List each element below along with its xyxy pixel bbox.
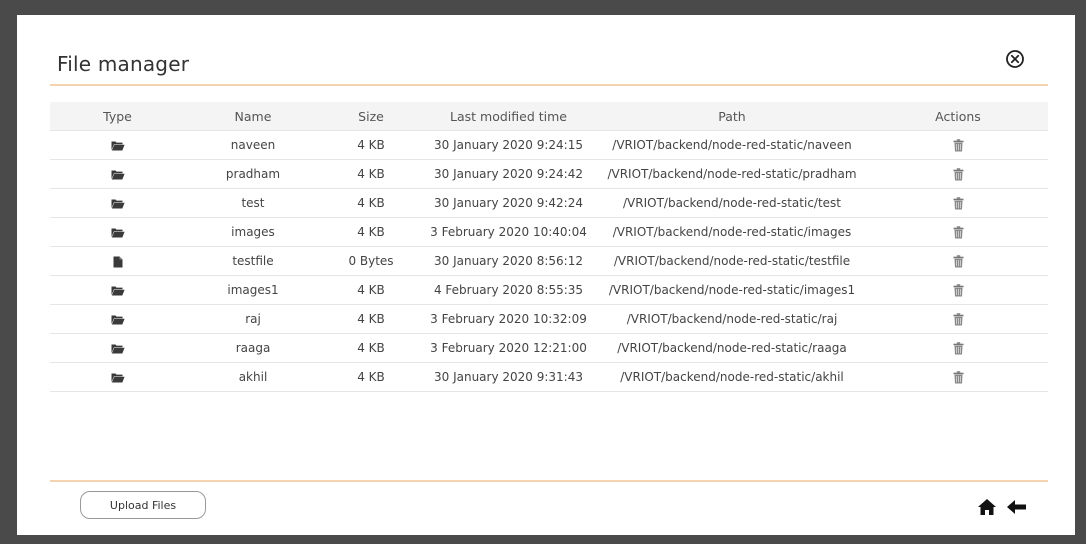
table-row[interactable]: pradham 4 KB 30 January 2020 9:24:42/VRIOT… [50, 159, 1048, 189]
column-header-path[interactable]: Path [596, 102, 868, 131]
cell-modified: 30 January 2020 9:31:43 [421, 362, 596, 392]
column-header-type[interactable]: Type [50, 102, 185, 131]
table-row[interactable]: test 4 KB 30 January 2020 9:42:24/VRIOT/ba… [50, 188, 1048, 218]
delete-button[interactable] [953, 341, 964, 355]
cell-size: 4 KB [321, 304, 421, 334]
cell-size: 4 KB [321, 275, 421, 305]
cell-name[interactable]: images [185, 217, 321, 247]
table-row[interactable]: naveen 4 KB 30 January 2020 9:24:15/VRIOT/… [50, 130, 1048, 160]
table-row[interactable]: raaga 4 KB 3 February 2020 12:21:00/VRIOT/… [50, 333, 1048, 363]
arrow-left-icon [1007, 500, 1026, 514]
cell-path: /VRIOT/backend/node-red-static/raj [596, 304, 868, 334]
cell-path: /VRIOT/backend/node-red-static/naveen [596, 130, 868, 160]
cell-path: /VRIOT/backend/node-red-static/akhil [596, 362, 868, 392]
cell-modified: 3 February 2020 12:21:00 [421, 333, 596, 363]
folder-open-icon [111, 341, 125, 355]
folder-open-icon [111, 283, 125, 297]
cell-size: 4 KB [321, 188, 421, 218]
trash-icon [953, 138, 964, 152]
trash-icon [953, 370, 964, 384]
cell-modified: 30 January 2020 9:24:15 [421, 130, 596, 160]
cell-size: 4 KB [321, 130, 421, 160]
cell-name[interactable]: test [185, 188, 321, 218]
delete-button[interactable] [953, 167, 964, 181]
cell-path: /VRIOT/backend/node-red-static/images [596, 217, 868, 247]
back-button[interactable] [1006, 499, 1027, 515]
folder-open-icon [111, 167, 125, 181]
cell-name[interactable]: naveen [185, 130, 321, 160]
folder-open-icon [111, 370, 125, 384]
cell-modified: 4 February 2020 8:55:35 [421, 275, 596, 305]
cell-size: 4 KB [321, 333, 421, 363]
trash-icon [953, 225, 964, 239]
cell-path: /VRIOT/backend/node-red-static/test [596, 188, 868, 218]
trash-icon [953, 312, 964, 326]
trash-icon [953, 283, 964, 297]
close-button[interactable] [1005, 49, 1025, 69]
delete-button[interactable] [953, 225, 964, 239]
delete-button[interactable] [953, 254, 964, 268]
file-table: Type Name Size Last modified time Path A… [50, 102, 1048, 392]
table-row[interactable]: raj 4 KB 3 February 2020 10:32:09/VRIOT/ba… [50, 304, 1048, 334]
column-header-name[interactable]: Name [185, 102, 321, 131]
cell-name[interactable]: images1 [185, 275, 321, 305]
cell-size: 4 KB [321, 217, 421, 247]
table-row[interactable]: akhil 4 KB 30 January 2020 9:31:43/VRIOT/b… [50, 362, 1048, 392]
table-header-row: Type Name Size Last modified time Path A… [50, 102, 1048, 131]
cell-name[interactable]: akhil [185, 362, 321, 392]
delete-button[interactable] [953, 312, 964, 326]
delete-button[interactable] [953, 283, 964, 297]
delete-button[interactable] [953, 370, 964, 384]
delete-button[interactable] [953, 196, 964, 210]
footer-divider [50, 480, 1048, 482]
cell-name[interactable]: raaga [185, 333, 321, 363]
trash-icon [953, 196, 964, 210]
file-icon [113, 254, 123, 268]
column-header-actions: Actions [935, 108, 981, 124]
table-row[interactable]: images1 4 KB 4 February 2020 8:55:35/VRIOT… [50, 275, 1048, 305]
cell-modified: 30 January 2020 9:24:42 [421, 159, 596, 189]
upload-files-button[interactable]: Upload Files [80, 491, 206, 519]
table-row[interactable]: images 4 KB 3 February 2020 10:40:04/VRIOT… [50, 217, 1048, 247]
cell-name[interactable]: pradham [185, 159, 321, 189]
trash-icon [953, 254, 964, 268]
modal-title: File manager [57, 52, 190, 76]
cell-path: /VRIOT/backend/node-red-static/images1 [596, 275, 868, 305]
cell-path: /VRIOT/backend/node-red-static/testfile [596, 246, 868, 276]
cell-size: 0 Bytes [321, 246, 421, 276]
cell-size: 4 KB [321, 362, 421, 392]
folder-open-icon [111, 196, 125, 210]
cell-path: /VRIOT/backend/node-red-static/pradham [596, 159, 868, 189]
trash-icon [953, 341, 964, 355]
home-icon [978, 499, 996, 515]
delete-button[interactable] [953, 138, 964, 152]
close-circle-icon [1006, 50, 1024, 68]
cell-modified: 30 January 2020 8:56:12 [421, 246, 596, 276]
cell-path: /VRIOT/backend/node-red-static/raaga [596, 333, 868, 363]
folder-open-icon [111, 312, 125, 326]
header-divider [50, 84, 1048, 86]
folder-open-icon [111, 225, 125, 239]
home-button[interactable] [977, 498, 997, 516]
trash-icon [953, 167, 964, 181]
cell-size: 4 KB [321, 159, 421, 189]
cell-modified: 3 February 2020 10:32:09 [421, 304, 596, 334]
cell-name[interactable]: raj [185, 304, 321, 334]
cell-modified: 30 January 2020 9:42:24 [421, 188, 596, 218]
cell-modified: 3 February 2020 10:40:04 [421, 217, 596, 247]
column-header-modified[interactable]: Last modified time [421, 102, 596, 131]
table-row[interactable]: testfile 0 Bytes 30 January 2020 8:56:12/V… [50, 246, 1048, 276]
folder-open-icon [111, 138, 125, 152]
cell-name[interactable]: testfile [185, 246, 321, 276]
column-header-size[interactable]: Size [321, 102, 421, 131]
